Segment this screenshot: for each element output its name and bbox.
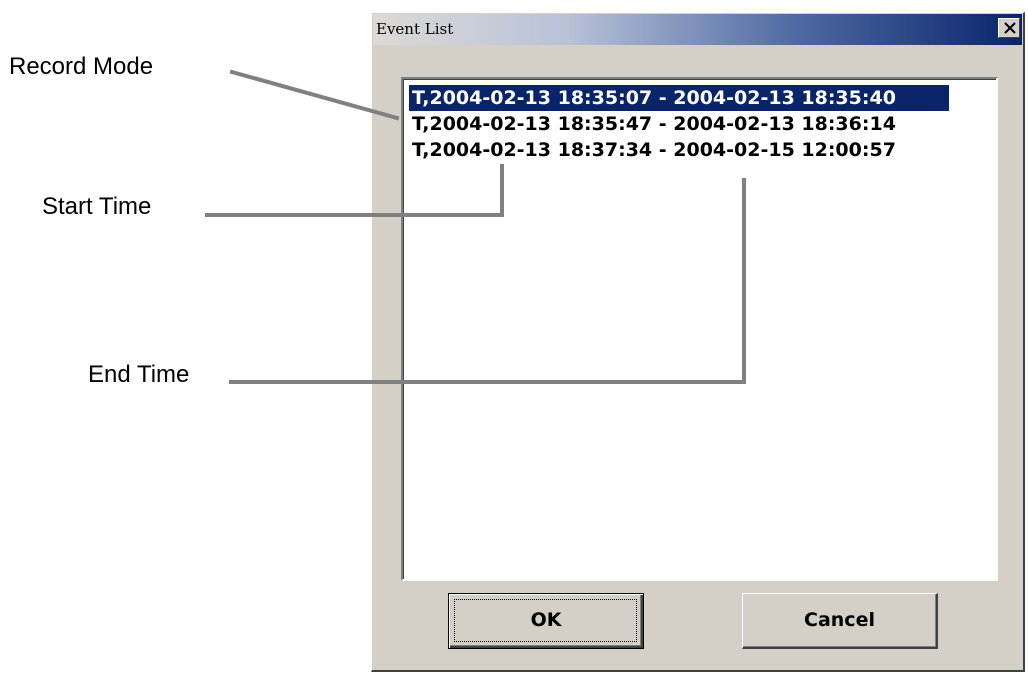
event-listbox[interactable]: T,2004-02-13 18:35:07 - 2004-02-13 18:35…	[401, 77, 998, 581]
start-time-annotation: Start Time	[42, 193, 152, 220]
end-time-annotation: End Time	[88, 361, 190, 388]
record-mode-annotation: Record Mode	[9, 53, 154, 80]
event-list-item[interactable]: T,2004-02-13 18:35:07 - 2004-02-13 18:35…	[409, 85, 949, 111]
event-list-dialog: Event List T,2004-02-13 18:35:07 - 2004-…	[371, 12, 1025, 672]
ok-button[interactable]: OK	[448, 593, 644, 649]
close-x-icon	[1004, 22, 1016, 34]
close-button[interactable]	[998, 18, 1020, 38]
event-list-item[interactable]: T,2004-02-13 18:37:34 - 2004-02-15 12:00…	[409, 137, 949, 163]
dialog-title: Event List	[376, 20, 454, 38]
cancel-button[interactable]: Cancel	[742, 593, 938, 649]
ok-focus-outline	[454, 599, 637, 642]
event-list-item[interactable]: T,2004-02-13 18:35:47 - 2004-02-13 18:36…	[409, 111, 949, 137]
title-bar[interactable]: Event List	[373, 14, 1022, 45]
cancel-button-label: Cancel	[804, 609, 875, 631]
